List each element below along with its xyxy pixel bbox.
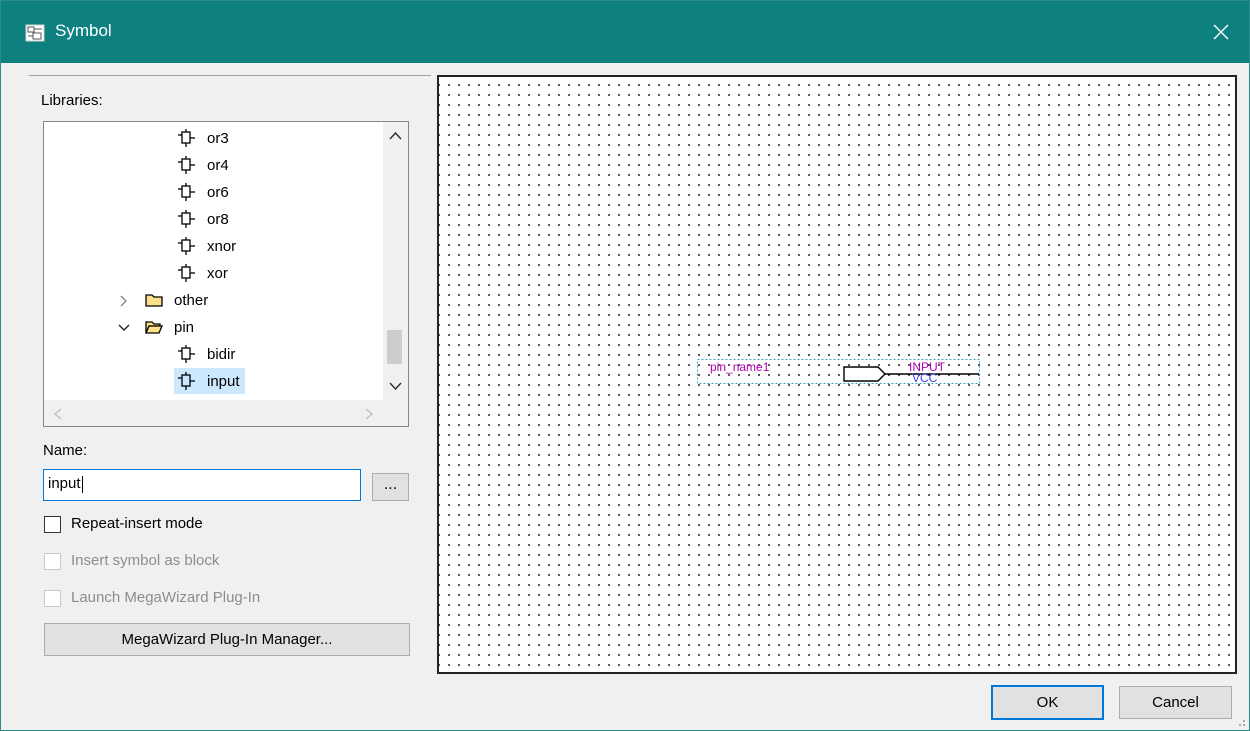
tree-item-label: other — [174, 291, 209, 309]
scroll-right-icon[interactable] — [364, 408, 374, 420]
scroll-down-icon[interactable] — [389, 381, 402, 391]
tree-item-other[interactable]: other — [145, 287, 211, 313]
symbol-icon — [178, 345, 195, 363]
symbol-icon — [178, 237, 195, 255]
tree-item-or8[interactable]: or8 — [178, 206, 232, 232]
name-label: Name: — [43, 442, 88, 459]
libraries-tree[interactable]: or3 or4 or6 or8 xnor xor other pin bidir… — [43, 121, 409, 427]
tree-item-label: or4 — [207, 156, 229, 174]
tree-item-pin[interactable]: pin — [145, 314, 197, 340]
tree-item-label: input — [204, 371, 243, 391]
pin-name-text: pin_name1 — [710, 360, 770, 374]
symbol-icon — [178, 129, 195, 147]
symbol-app-icon — [25, 24, 45, 42]
symbol-preview: pin_name1 INPUT VCC — [437, 75, 1237, 674]
symbol-dialog: Symbol Libraries: or3 or4 or6 or8 xnor x… — [0, 0, 1250, 731]
launch-megawizard-label: Launch MegaWizard Plug-In — [71, 589, 261, 606]
close-button[interactable] — [1193, 1, 1249, 63]
libraries-label: Libraries: — [41, 92, 103, 109]
tree-item-xor[interactable]: xor — [178, 260, 231, 286]
title-bar[interactable]: Symbol — [1, 1, 1249, 63]
tree-item-label: or3 — [207, 129, 229, 147]
separator — [29, 75, 431, 76]
tree-item-or4[interactable]: or4 — [178, 152, 232, 178]
symbol-icon — [178, 372, 195, 390]
insert-block-label: Insert symbol as block — [71, 552, 220, 569]
insert-block-checkbox[interactable] — [44, 553, 61, 570]
megawizard-manager-button[interactable]: MegaWizard Plug-In Manager... — [44, 623, 410, 656]
default-value-text: VCC — [912, 371, 938, 385]
ok-button[interactable]: OK — [991, 685, 1104, 720]
tree-item-label: bidir — [207, 345, 236, 363]
symbol-icon — [178, 210, 195, 228]
chevron-down-icon[interactable] — [117, 321, 131, 335]
symbol-icon — [178, 183, 195, 201]
horizontal-scrollbar[interactable] — [44, 400, 383, 426]
tree-item-input[interactable]: input — [174, 368, 245, 394]
scroll-up-icon[interactable] — [389, 131, 402, 141]
chevron-right-icon[interactable] — [117, 294, 131, 308]
tree-item-label: xor — [207, 264, 228, 282]
input-pin-symbol: pin_name1 INPUT VCC — [697, 359, 980, 385]
tree-item-or3[interactable]: or3 — [178, 125, 232, 151]
repeat-insert-checkbox[interactable] — [44, 516, 61, 533]
launch-megawizard-checkbox[interactable] — [44, 590, 61, 607]
window-title: Symbol — [55, 21, 112, 40]
tree-item-or6[interactable]: or6 — [178, 179, 232, 205]
tree-item-label: or6 — [207, 183, 229, 201]
browse-button[interactable]: ... — [372, 473, 409, 501]
tree-item-xnor[interactable]: xnor — [178, 233, 239, 259]
repeat-insert-label: Repeat-insert mode — [71, 515, 203, 532]
symbol-icon — [178, 264, 195, 282]
vertical-scrollbar[interactable] — [383, 122, 408, 400]
name-input[interactable]: input — [43, 469, 361, 501]
resize-grip-icon[interactable] — [1236, 717, 1246, 727]
text-caret — [81, 475, 83, 493]
cancel-button[interactable]: Cancel — [1119, 686, 1232, 719]
name-value: input — [48, 475, 81, 492]
tree-item-bidir[interactable]: bidir — [178, 341, 238, 367]
close-icon — [1213, 24, 1229, 40]
folder-icon — [145, 294, 163, 307]
scroll-thumb[interactable] — [387, 330, 402, 364]
folder-open-icon — [145, 321, 163, 334]
scrollbar-corner — [383, 400, 408, 426]
tree-item-label: xnor — [207, 237, 237, 255]
symbol-icon — [178, 156, 195, 174]
tree-item-label: or8 — [207, 210, 229, 228]
scroll-left-icon[interactable] — [53, 408, 63, 420]
tree-item-label: pin — [174, 318, 195, 336]
